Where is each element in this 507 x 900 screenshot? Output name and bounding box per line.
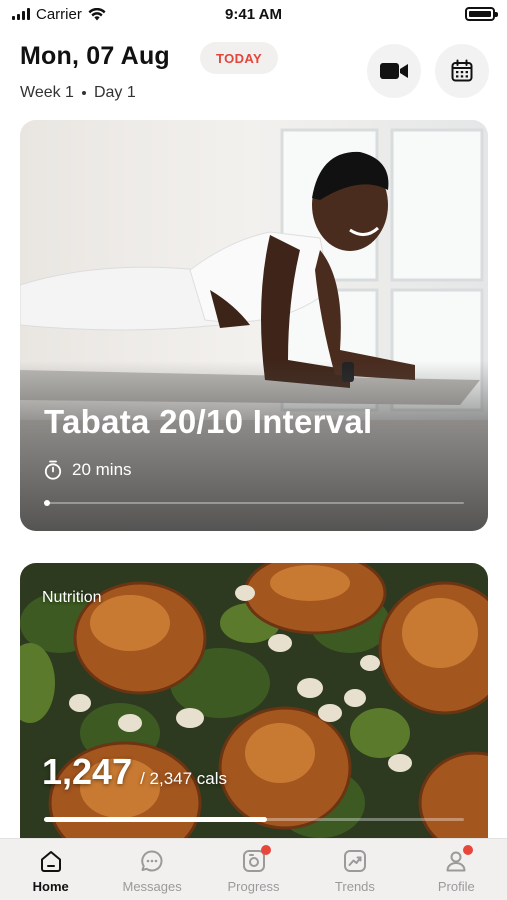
nutrition-label: Nutrition xyxy=(42,589,102,606)
calories-consumed: 1,247 xyxy=(42,751,133,792)
battery-icon xyxy=(465,7,498,21)
page-title-date: Mon, 07 Aug xyxy=(20,42,170,70)
workout-duration: 20 mins xyxy=(44,460,132,480)
day-label: Day 1 xyxy=(93,84,136,101)
status-bar: Carrier 9:41 AM xyxy=(0,0,507,28)
video-camera-icon xyxy=(380,63,408,79)
content-scroll[interactable]: Tabata 20/10 Interval 20 mins Nutrition … xyxy=(0,120,507,838)
tab-home-label: Home xyxy=(32,879,69,894)
workout-progress-bar xyxy=(44,500,464,506)
nutrition-card[interactable]: Nutrition 1,247 / 2,347 cals xyxy=(20,563,488,838)
tab-profile[interactable]: Profile xyxy=(406,839,507,900)
tab-profile-label: Profile xyxy=(437,879,475,894)
tab-progress-label: Progress xyxy=(227,879,280,894)
workout-duration-text: 20 mins xyxy=(72,460,132,479)
tab-messages-label: Messages xyxy=(122,879,182,894)
calorie-counter: 1,247 / 2,347 cals xyxy=(42,751,227,793)
tab-trends-label: Trends xyxy=(334,879,375,894)
calories-total: / 2,347 cals xyxy=(140,769,228,788)
stopwatch-icon xyxy=(44,460,62,480)
trend-chart-icon xyxy=(341,847,369,875)
wifi-icon xyxy=(88,7,106,20)
today-badge[interactable]: TODAY xyxy=(200,42,279,74)
workout-card[interactable]: Tabata 20/10 Interval 20 mins xyxy=(20,120,488,531)
nutrition-progress-bar xyxy=(44,817,464,822)
camera-progress-icon xyxy=(240,845,271,875)
progress-notification-dot xyxy=(260,845,271,855)
tab-trends[interactable]: Trends xyxy=(304,839,405,900)
workout-title: Tabata 20/10 Interval xyxy=(44,403,373,440)
week-label: Week 1 xyxy=(20,84,74,101)
workout-card-overlay xyxy=(20,361,488,531)
calendar-button[interactable] xyxy=(435,44,489,98)
carrier-group: Carrier xyxy=(12,6,106,23)
separator-dot xyxy=(81,91,86,95)
status-time: 9:41 AM xyxy=(225,5,282,23)
chat-icon xyxy=(138,847,166,875)
header: Mon, 07 Aug TODAY Week 1 Day 1 xyxy=(0,28,507,120)
tab-home[interactable]: Home xyxy=(0,839,101,900)
tab-messages[interactable]: Messages xyxy=(101,839,202,900)
video-button[interactable] xyxy=(367,44,421,98)
home-icon xyxy=(37,847,65,875)
profile-notification-dot xyxy=(463,845,474,855)
calendar-icon xyxy=(451,59,473,82)
bottom-tab-bar: Home Messages Progress Trends Profile xyxy=(0,838,507,900)
person-icon xyxy=(442,845,474,875)
week-day-subtitle: Week 1 Day 1 xyxy=(20,84,136,102)
nutrition-progress-fill xyxy=(44,817,267,822)
signal-icon xyxy=(12,8,30,20)
tab-progress[interactable]: Progress xyxy=(203,839,304,900)
carrier-name: Carrier xyxy=(36,5,82,23)
